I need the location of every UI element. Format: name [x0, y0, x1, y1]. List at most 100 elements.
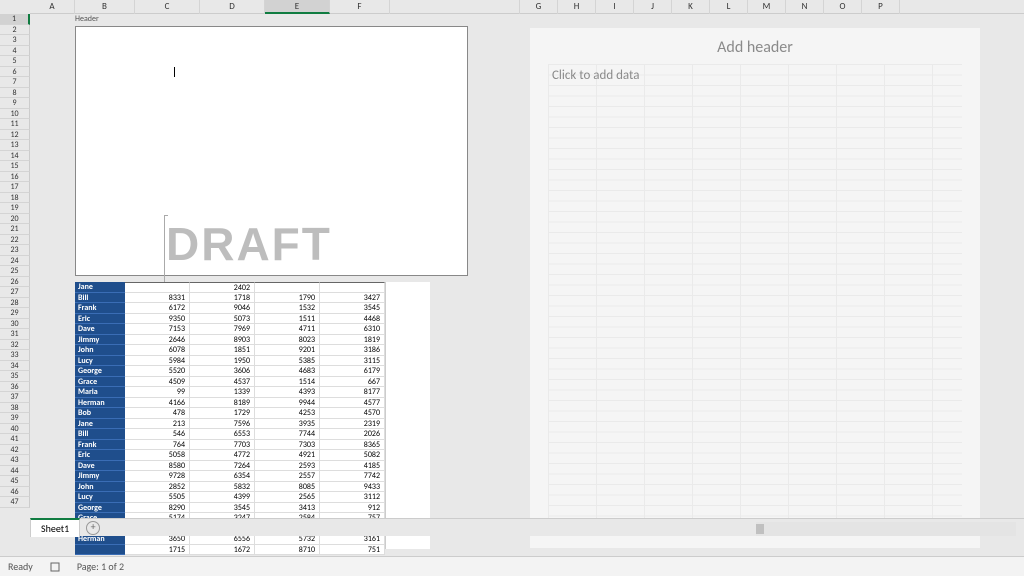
col-header-M[interactable]: M	[748, 0, 786, 14]
value-cell[interactable]: 1718	[190, 293, 255, 304]
name-cell[interactable]: John	[75, 482, 125, 493]
row-header-18[interactable]: 18	[0, 193, 30, 204]
value-cell[interactable]: 4468	[320, 314, 385, 325]
table-row[interactable]: Jimmy2646890380231819	[75, 335, 385, 346]
value-cell[interactable]: 5073	[190, 314, 255, 325]
row-header-34[interactable]: 34	[0, 361, 30, 372]
row-header-column[interactable]: 1234567891011121314151617181920212223242…	[0, 14, 30, 556]
row-header-40[interactable]: 40	[0, 424, 30, 435]
col-header-B[interactable]: B	[75, 0, 135, 14]
value-cell[interactable]: 764	[125, 440, 190, 451]
row-header-20[interactable]: 20	[0, 214, 30, 225]
header-edit-area[interactable]: DRAFT	[75, 26, 468, 276]
value-cell[interactable]: 99	[125, 387, 190, 398]
value-cell[interactable]: 3115	[320, 356, 385, 367]
row-header-1[interactable]: 1	[0, 14, 30, 25]
row-header-37[interactable]: 37	[0, 392, 30, 403]
row-header-16[interactable]: 16	[0, 172, 30, 183]
value-cell[interactable]: 6078	[125, 345, 190, 356]
value-cell[interactable]: 8710	[255, 545, 320, 556]
value-cell[interactable]: 5984	[125, 356, 190, 367]
value-cell[interactable]: 7742	[320, 471, 385, 482]
value-cell[interactable]: 6354	[190, 471, 255, 482]
row-header-8[interactable]: 8	[0, 88, 30, 99]
value-cell[interactable]: 1729	[190, 408, 255, 419]
row-header-46[interactable]: 46	[0, 487, 30, 498]
row-header-27[interactable]: 27	[0, 287, 30, 298]
name-cell[interactable]: Jane	[75, 282, 125, 293]
row-header-9[interactable]: 9	[0, 98, 30, 109]
value-cell[interactable]: 4509	[125, 377, 190, 388]
name-cell[interactable]: Jane	[75, 419, 125, 430]
value-cell[interactable]: 6172	[125, 303, 190, 314]
value-cell[interactable]: 6310	[320, 324, 385, 335]
value-cell[interactable]: 3935	[255, 419, 320, 430]
table-row[interactable]: Dave8580726425934185	[75, 461, 385, 472]
value-cell[interactable]: 1514	[255, 377, 320, 388]
value-cell[interactable]: 7969	[190, 324, 255, 335]
row-header-44[interactable]: 44	[0, 466, 30, 477]
table-row[interactable]: John6078185192013186	[75, 345, 385, 356]
row-header-7[interactable]: 7	[0, 77, 30, 88]
value-cell[interactable]: 4570	[320, 408, 385, 419]
name-cell[interactable]: Jimmy	[75, 471, 125, 482]
add-header-placeholder[interactable]: Add header	[530, 38, 980, 57]
value-cell[interactable]: 1851	[190, 345, 255, 356]
value-cell[interactable]: 2026	[320, 429, 385, 440]
col-header-K[interactable]: K	[672, 0, 710, 14]
row-header-38[interactable]: 38	[0, 403, 30, 414]
row-header-24[interactable]: 24	[0, 256, 30, 267]
table-row[interactable]: Grace450945371514667	[75, 377, 385, 388]
value-cell[interactable]: 1715	[125, 545, 190, 556]
col-header-I[interactable]: I	[596, 0, 634, 14]
empty-grid[interactable]	[548, 64, 962, 530]
value-cell[interactable]: 8177	[320, 387, 385, 398]
col-header-G[interactable]: G	[520, 0, 558, 14]
value-cell[interactable]: 4399	[190, 492, 255, 503]
value-cell[interactable]: 2319	[320, 419, 385, 430]
value-cell[interactable]: 3545	[320, 303, 385, 314]
macro-record-icon[interactable]	[47, 559, 63, 575]
table-row[interactable]: Bill8331171817903427	[75, 293, 385, 304]
click-to-add-data-placeholder[interactable]: Click to add data	[552, 68, 639, 83]
value-cell[interactable]: 5505	[125, 492, 190, 503]
value-cell[interactable]: 4393	[255, 387, 320, 398]
table-row[interactable]: Herman4166818999444577	[75, 398, 385, 409]
name-cell[interactable]: Dave	[75, 461, 125, 472]
row-header-43[interactable]: 43	[0, 455, 30, 466]
value-cell[interactable]: 7153	[125, 324, 190, 335]
scroll-thumb[interactable]	[756, 524, 764, 534]
value-cell[interactable]	[125, 282, 190, 293]
value-cell[interactable]: 4711	[255, 324, 320, 335]
name-cell[interactable]: John	[75, 345, 125, 356]
name-cell[interactable]: Frank	[75, 303, 125, 314]
name-cell[interactable]: Maria	[75, 387, 125, 398]
value-cell[interactable]: 4772	[190, 450, 255, 461]
row-header-47[interactable]: 47	[0, 497, 30, 508]
row-header-4[interactable]: 4	[0, 46, 30, 57]
col-header-P[interactable]: P	[862, 0, 900, 14]
row-header-12[interactable]: 12	[0, 130, 30, 141]
row-header-19[interactable]: 19	[0, 203, 30, 214]
col-header-L[interactable]: L	[710, 0, 748, 14]
value-cell[interactable]: 667	[320, 377, 385, 388]
col-header-F[interactable]: F	[330, 0, 390, 14]
value-cell[interactable]: 6553	[190, 429, 255, 440]
name-cell[interactable]: Bill	[75, 293, 125, 304]
name-cell[interactable]: George	[75, 366, 125, 377]
table-row[interactable]: Jimmy9728635425577742	[75, 471, 385, 482]
row-header-15[interactable]: 15	[0, 161, 30, 172]
col-header-E[interactable]: E	[265, 0, 330, 14]
row-header-35[interactable]: 35	[0, 371, 30, 382]
col-header-O[interactable]: O	[824, 0, 862, 14]
value-cell[interactable]: 9350	[125, 314, 190, 325]
row-header-45[interactable]: 45	[0, 476, 30, 487]
value-cell[interactable]: 1672	[190, 545, 255, 556]
value-cell[interactable]: 7703	[190, 440, 255, 451]
value-cell[interactable]: 5520	[125, 366, 190, 377]
row-header-36[interactable]: 36	[0, 382, 30, 393]
row-header-29[interactable]: 29	[0, 308, 30, 319]
value-cell[interactable]: 213	[125, 419, 190, 430]
row-header-2[interactable]: 2	[0, 25, 30, 36]
add-sheet-button[interactable]: +	[86, 521, 100, 535]
